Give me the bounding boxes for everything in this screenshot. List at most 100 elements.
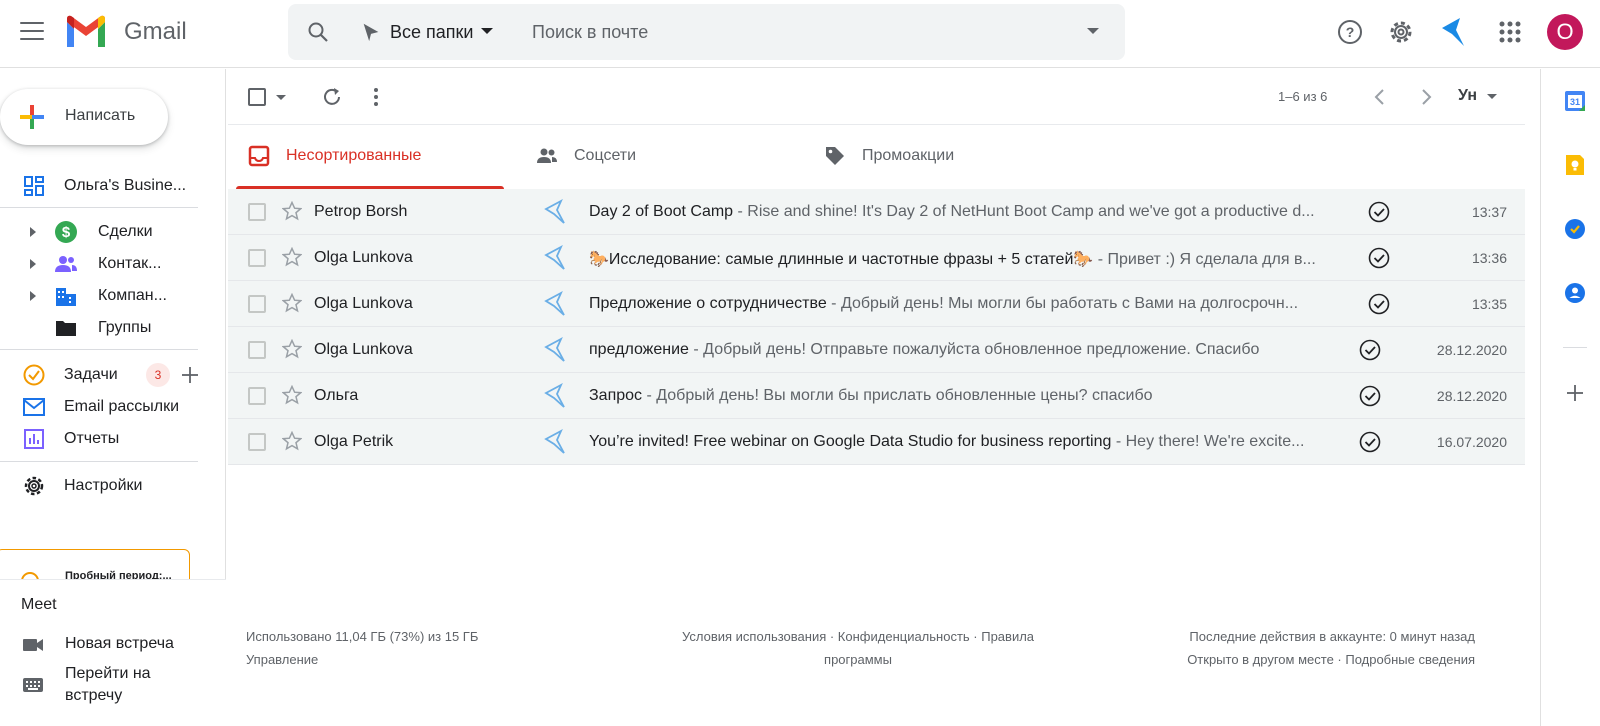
email-subject: 🐎Исследование: самые длинные и частотные… — [589, 251, 1094, 268]
row-checkbox[interactable] — [248, 295, 266, 313]
gear-icon[interactable] — [1387, 18, 1415, 46]
check-circle-icon[interactable] — [1359, 339, 1381, 361]
row-checkbox[interactable] — [248, 249, 266, 267]
refresh-icon[interactable] — [320, 85, 344, 109]
tasks-icon[interactable] — [1563, 217, 1587, 241]
nethunt-logo-icon[interactable] — [1440, 16, 1470, 48]
apps-grid-icon[interactable] — [1496, 18, 1524, 46]
sidebar-item-tasks[interactable]: Задачи 3 — [0, 360, 210, 390]
nethunt-track-icon[interactable] — [544, 245, 568, 271]
sidebar-item-label: Сделки — [98, 223, 153, 240]
nethunt-track-icon[interactable] — [544, 429, 568, 455]
tab-social[interactable]: Соцсети — [524, 125, 814, 189]
add-task-icon[interactable] — [180, 365, 200, 385]
star-icon[interactable] — [282, 431, 302, 451]
join-meeting-button[interactable]: Перейти на встречу — [0, 663, 220, 709]
main-menu-icon[interactable] — [20, 22, 44, 42]
terms-line[interactable]: Условия использования · Конфиденциальнос… — [658, 625, 1058, 648]
email-row[interactable]: Olga Lunkova предложение - Добрый день! … — [228, 327, 1525, 373]
star-icon[interactable] — [282, 339, 302, 359]
tab-primary[interactable]: Несортированные — [236, 125, 526, 189]
sidebar-item-reports[interactable]: Отчеты — [0, 424, 210, 454]
row-checkbox[interactable] — [248, 433, 266, 451]
star-icon[interactable] — [282, 293, 302, 313]
nethunt-track-icon[interactable] — [544, 199, 568, 225]
sidebar-item-settings[interactable]: Настройки — [0, 471, 210, 501]
sidebar-item-companies[interactable]: Компан... — [0, 281, 210, 311]
search-bar[interactable]: Все папки — [288, 4, 1125, 60]
sidebar-item-label: Контак... — [98, 255, 162, 272]
email-subject: You’re invited! Free webinar on Google D… — [589, 433, 1112, 450]
sidebar-item-email-campaigns[interactable]: Email рассылки — [0, 392, 210, 422]
check-circle-icon[interactable] — [1368, 247, 1390, 269]
search-options-icon[interactable] — [1087, 28, 1099, 34]
compose-button[interactable]: Написать — [0, 89, 168, 145]
terms-line[interactable]: программы — [658, 648, 1058, 671]
select-options-icon[interactable] — [276, 95, 286, 100]
email-subject: предложение — [589, 341, 689, 358]
people-icon — [537, 148, 557, 163]
select-all-checkbox[interactable] — [248, 88, 266, 106]
email-snippet: - Rise and shine! It's Day 2 of NetHunt … — [733, 203, 1315, 220]
check-circle-icon[interactable] — [1359, 431, 1381, 453]
check-circle-icon[interactable] — [1359, 385, 1381, 407]
search-input[interactable] — [532, 18, 1052, 46]
gmail-logo[interactable] — [64, 14, 108, 50]
expand-arrow-icon[interactable] — [30, 291, 36, 301]
tasks-count-badge: 3 — [146, 363, 170, 387]
folder-selector[interactable]: Все папки — [360, 18, 494, 46]
email-row[interactable]: Olga Lunkova 🐎Исследование: самые длинны… — [228, 235, 1525, 281]
sidebar-item-business[interactable]: Ольга's Busine... — [0, 171, 210, 201]
manage-storage-link[interactable]: Управление — [246, 648, 478, 671]
expand-arrow-icon[interactable] — [30, 227, 36, 237]
mail-icon — [23, 398, 45, 416]
help-icon[interactable]: ? — [1336, 18, 1364, 46]
tab-promotions[interactable]: Промоакции — [812, 125, 1102, 189]
email-content: You’re invited! Free webinar on Google D… — [589, 433, 1329, 451]
nethunt-track-icon[interactable] — [544, 291, 568, 317]
email-row[interactable]: Petrop Borsh Day 2 of Boot Camp - Rise a… — [228, 189, 1525, 235]
search-icon[interactable] — [306, 20, 330, 44]
gear-icon — [24, 476, 44, 496]
sidebar-item-groups[interactable]: Группы — [0, 313, 210, 343]
list-toolbar: 1–6 из 6 Ун — [228, 69, 1525, 125]
add-addon-icon[interactable] — [1563, 381, 1587, 405]
check-circle-icon[interactable] — [1368, 201, 1390, 223]
email-date: 28.12.2020 — [1436, 342, 1507, 358]
last-activity-text: Последние действия в аккаунте: 0 минут н… — [1189, 629, 1475, 644]
contacts-icon[interactable] — [1563, 281, 1587, 305]
more-vertical-icon[interactable] — [364, 85, 388, 109]
email-sender: Olga Lunkova — [314, 249, 413, 266]
keep-icon[interactable] — [1563, 153, 1587, 177]
email-row[interactable]: Ольга Запрос - Добрый день! Вы могли бы … — [228, 373, 1525, 419]
chevron-down-icon[interactable] — [1487, 94, 1497, 99]
svg-text:$: $ — [62, 224, 71, 241]
sidebar-item-label: Компан... — [98, 287, 167, 304]
message-list-area: 1–6 из 6 Ун Несортированные Соцсети Пром… — [228, 69, 1525, 726]
chevron-right-icon[interactable] — [1414, 85, 1438, 109]
star-icon[interactable] — [282, 385, 302, 405]
email-row[interactable]: Olga Petrik You’re invited! Free webinar… — [228, 419, 1525, 465]
email-date: 13:37 — [1471, 204, 1507, 220]
activity-details-link[interactable]: Открыто в другом месте · Подробные сведе… — [1187, 648, 1475, 671]
calendar-icon[interactable]: 31 — [1563, 89, 1587, 113]
expand-arrow-icon[interactable] — [30, 259, 36, 269]
sidebar-item-deals[interactable]: $ Сделки — [0, 217, 210, 247]
building-icon — [56, 288, 76, 306]
row-checkbox[interactable] — [248, 387, 266, 405]
input-language-button[interactable]: Ун — [1458, 87, 1477, 105]
sidebar-item-contacts[interactable]: Контак... — [0, 249, 210, 279]
email-row[interactable]: Olga Lunkova Предложение о сотрудничеств… — [228, 281, 1525, 327]
new-meeting-button[interactable]: Новая встреча — [0, 633, 220, 657]
row-checkbox[interactable] — [248, 341, 266, 359]
star-icon[interactable] — [282, 247, 302, 267]
email-list: Petrop Borsh Day 2 of Boot Camp - Rise a… — [228, 189, 1525, 465]
chevron-left-icon[interactable] — [1368, 85, 1392, 109]
nethunt-track-icon[interactable] — [544, 337, 568, 363]
email-snippet: - Добрый день! Вы могли бы прислать обно… — [642, 387, 1153, 404]
star-icon[interactable] — [282, 201, 302, 221]
avatar[interactable]: O — [1547, 14, 1583, 50]
check-circle-icon[interactable] — [1368, 293, 1390, 315]
row-checkbox[interactable] — [248, 203, 266, 221]
nethunt-track-icon[interactable] — [544, 383, 568, 409]
